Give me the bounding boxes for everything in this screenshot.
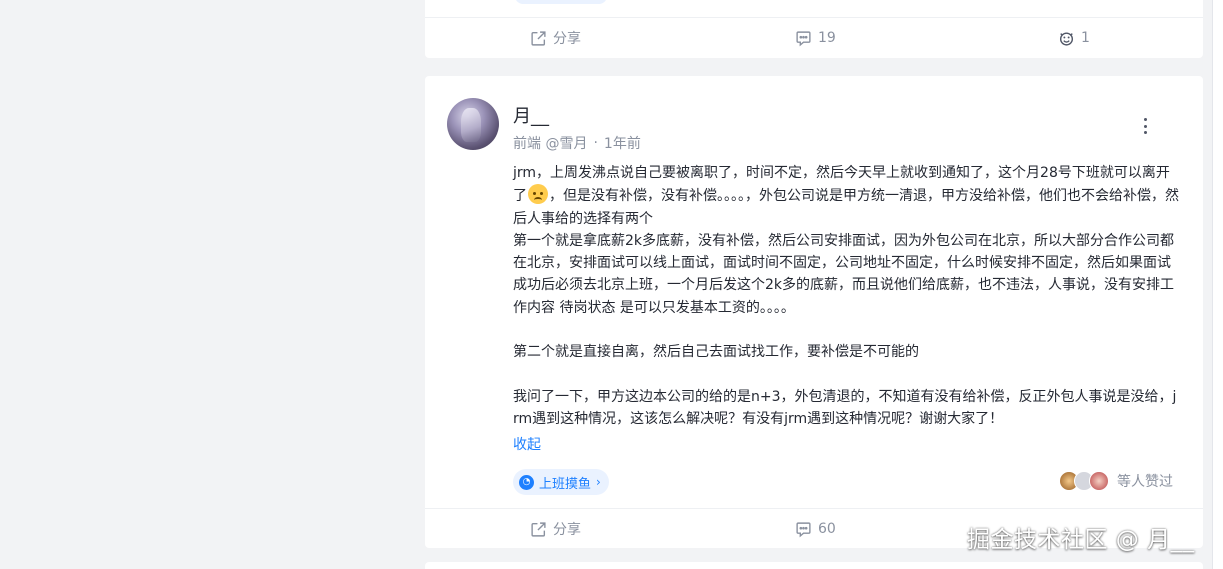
- share-icon: [531, 30, 546, 46]
- share-button[interactable]: 分享: [530, 509, 581, 549]
- topic-label: 上班摸鱼: [539, 476, 592, 492]
- comment-button[interactable]: 19: [795, 18, 836, 58]
- share-button[interactable]: 分享: [530, 18, 581, 58]
- like-button[interactable]: 1: [1058, 18, 1090, 58]
- comment-button[interactable]: 60: [795, 509, 836, 549]
- likers-summary[interactable]: 等人赞过: [1059, 471, 1173, 491]
- share-label: 分享: [553, 522, 581, 538]
- liker-avatar: [1089, 471, 1109, 491]
- author-avatar[interactable]: [447, 98, 499, 150]
- next-post-card: [425, 562, 1203, 569]
- post-content-part-2: ，但是没有补偿，没有补偿。。。。，外包公司说是甲方统一清退，甲方没给补偿，他们也…: [513, 188, 1179, 428]
- like-smile-icon: [1059, 31, 1074, 46]
- liker-avatars: [1059, 471, 1109, 491]
- author-name[interactable]: 月__: [513, 102, 549, 128]
- author-title: 前端 @雪月: [513, 136, 588, 152]
- share-label: 分享: [553, 31, 581, 47]
- previous-post-action-bar: 分享 19 1: [425, 17, 1203, 57]
- share-icon: [531, 521, 546, 537]
- right-sidebar-edge: [1212, 0, 1223, 569]
- like-count: 1: [1081, 30, 1090, 46]
- author-meta: 前端 @雪月 · 1年前: [513, 133, 641, 153]
- post-card: 月__ 前端 @雪月 · 1年前 jrm，上周发沸点说自己要被离职了，时间不定，…: [425, 76, 1203, 548]
- watermark: 掘金技术社区 @ 月__: [967, 527, 1195, 553]
- previous-post-card: ••• 分享 19 1: [425, 0, 1203, 58]
- comment-icon: [796, 521, 811, 537]
- comment-count: 60: [818, 521, 836, 537]
- previous-more-icon[interactable]: •••: [1133, 0, 1153, 5]
- topic-icon: ◔: [519, 474, 534, 490]
- previous-topic-tag[interactable]: [515, 0, 607, 4]
- chevron-right-icon: ›: [596, 475, 601, 489]
- more-options-icon[interactable]: [1137, 116, 1153, 136]
- comment-icon: [796, 30, 811, 46]
- collapse-link[interactable]: 收起: [513, 434, 541, 454]
- comment-count: 19: [818, 30, 836, 46]
- meta-separator: ·: [593, 135, 598, 151]
- topic-tag[interactable]: ◔ 上班摸鱼 ›: [513, 469, 609, 495]
- post-time: 1年前: [603, 136, 641, 152]
- crying-face-icon: [528, 184, 548, 205]
- likers-label: 等人赞过: [1117, 474, 1173, 490]
- post-content: jrm，上周发沸点说自己要被离职了，时间不定，然后今天早上就收到通知了，这个月2…: [513, 162, 1181, 431]
